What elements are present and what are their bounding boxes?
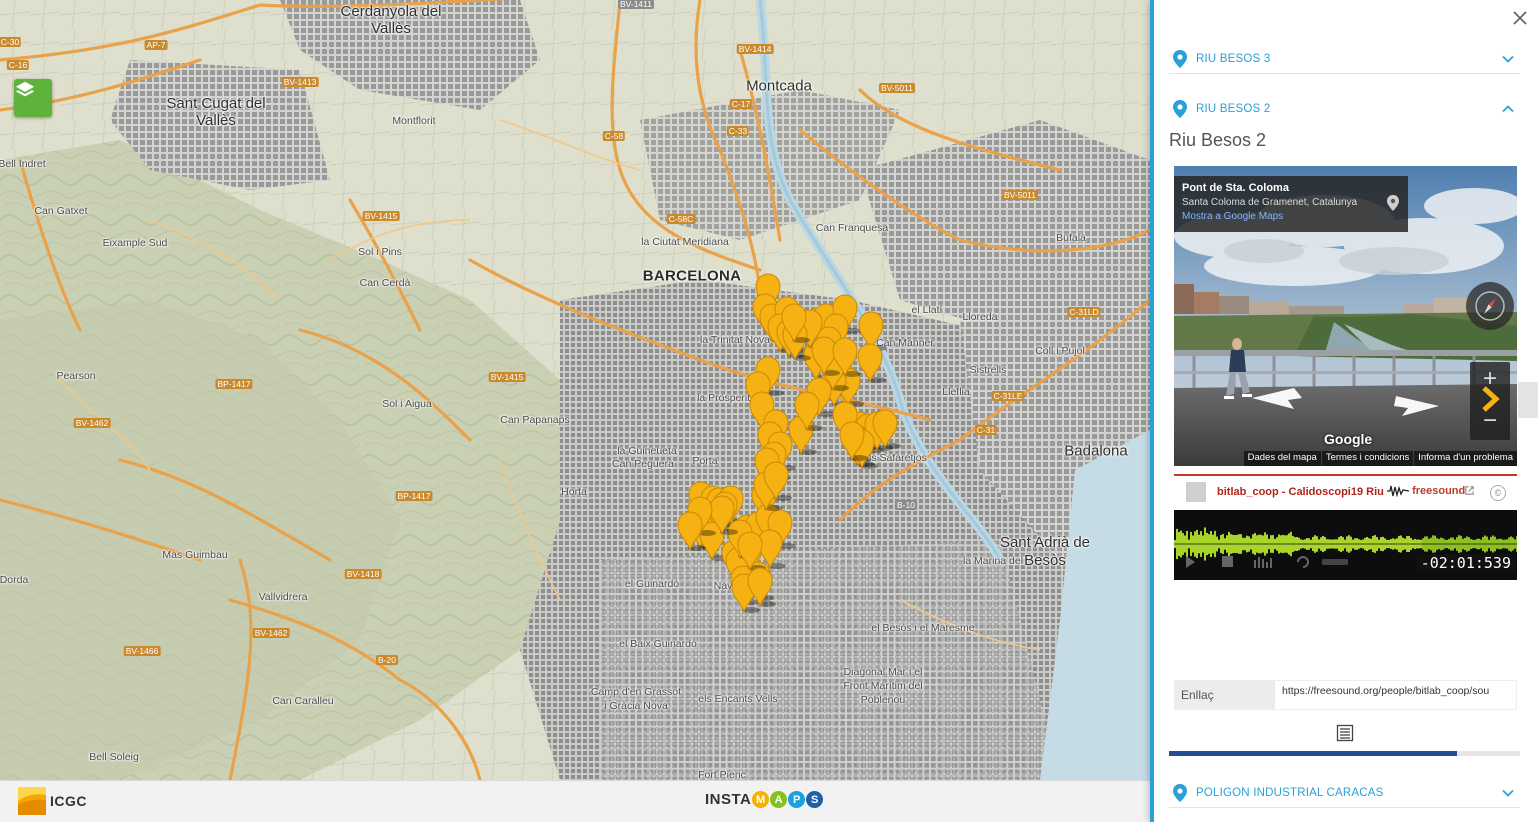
instamaps-letter-m: M [752, 791, 770, 808]
compass-button[interactable] [1466, 282, 1514, 330]
instamaps-logo[interactable]: INSTA M A P S [705, 791, 824, 808]
accordion-label: RIU BESOS 3 [1196, 52, 1271, 65]
instamaps-prefix: INSTA [705, 791, 752, 808]
layers-button[interactable] [14, 79, 52, 117]
map-pin-icon [1173, 49, 1187, 68]
icgc-icon [18, 787, 46, 815]
waveform-icon [1387, 485, 1410, 498]
app-root: Cerdanyola del Vallès Montcada Sant Cugat… [0, 0, 1538, 822]
chevron-up-icon [1502, 105, 1514, 113]
google-logo: Google [1324, 431, 1373, 447]
compass-icon [1475, 291, 1505, 321]
map-canvas[interactable]: Cerdanyola del Vallès Montcada Sant Cugat… [0, 0, 1150, 780]
instamaps-letter-a: A [770, 791, 788, 808]
close-icon[interactable] [1510, 8, 1530, 28]
accordion-item-riu-besos-2[interactable]: RIU BESOS 2 [1169, 94, 1520, 124]
accordion-item-riu-besos-3[interactable]: RIU BESOS 3 [1169, 44, 1520, 74]
stop-icon [1222, 556, 1233, 567]
footer-bar: ICGC INSTA M A P S [0, 780, 1150, 822]
freesound-logo[interactable]: freesound [1387, 485, 1465, 498]
chevron-down-icon [1502, 789, 1514, 797]
report-problem-link[interactable]: Informa d'un problema [1414, 451, 1517, 466]
link-url[interactable]: https://freesound.org/people/bitlab_coop… [1275, 681, 1516, 709]
accordion-label: POLIGON INDUSTRIAL CARACAS [1196, 786, 1384, 799]
accordion-item-poligon-industrial-caracas[interactable]: POLIGON INDUSTRIAL CARACAS [1169, 778, 1520, 808]
google-maps-link[interactable]: Mostra a Google Maps [1182, 211, 1400, 222]
streetview-place-address: Santa Coloma de Gramenet, Catalunya [1182, 197, 1358, 208]
layers-icon [15, 81, 35, 97]
icgc-label: ICGC [50, 793, 87, 809]
progress-fill [1169, 751, 1457, 756]
avatar [1186, 482, 1206, 502]
loop-icon [1297, 556, 1309, 568]
icgc-logo[interactable]: ICGC [18, 787, 87, 815]
instamaps-letter-s: S [806, 791, 824, 808]
zoom-out-button[interactable]: − [1470, 404, 1510, 440]
accordion-label: RIU BESOS 2 [1196, 103, 1271, 115]
scrollbar-handle[interactable] [1518, 382, 1538, 418]
streetview-info-card: Pont de Sta. Coloma Santa Coloma de Gram… [1174, 176, 1408, 232]
freesound-player: bitlab_coop - Calidoscopi19 Riu freesoun… [1174, 474, 1517, 580]
measure-icon [1322, 559, 1348, 565]
track-name[interactable]: bitlab_coop - Calidoscopi19 Riu [1217, 486, 1387, 498]
streetview-zoom-control: + − [1470, 362, 1510, 440]
chevron-down-icon [1502, 55, 1514, 63]
play-icon [1186, 556, 1195, 568]
streetview-embed[interactable]: Pont de Sta. Coloma Santa Coloma de Gram… [1174, 166, 1517, 466]
playback-time: -02:01:539 [1416, 554, 1515, 572]
terms-link[interactable]: Termes i condicions [1321, 451, 1414, 466]
location-pin-icon[interactable] [1386, 194, 1400, 212]
external-link-icon[interactable] [1464, 485, 1475, 496]
link-field-row: Enllaç https://freesound.org/people/bitl… [1174, 680, 1517, 710]
streetview-footer: Dades del mapa Termes i condicions Infor… [1174, 451, 1517, 466]
map-pin-icon [1173, 100, 1187, 118]
license-icon[interactable]: © [1490, 485, 1506, 501]
progress-bar [1169, 751, 1520, 756]
map-markers [677, 273, 901, 614]
waveform-display[interactable]: -02:01:539 [1174, 510, 1517, 580]
instamaps-letter-p: P [788, 791, 806, 808]
link-label: Enllaç [1175, 681, 1275, 709]
spectrogram-icon [1254, 557, 1272, 568]
map-pin-icon [1173, 783, 1187, 802]
info-panel: RIU BESOS 3 RIU BESOS 2 Riu Besos 2 Pont… [1150, 0, 1538, 822]
item-title: Riu Besos 2 [1169, 130, 1267, 150]
streetview-place-name: Pont de Sta. Coloma [1182, 182, 1289, 194]
list-icon[interactable] [1336, 724, 1354, 742]
map-data-link[interactable]: Dades del mapa [1243, 451, 1321, 466]
